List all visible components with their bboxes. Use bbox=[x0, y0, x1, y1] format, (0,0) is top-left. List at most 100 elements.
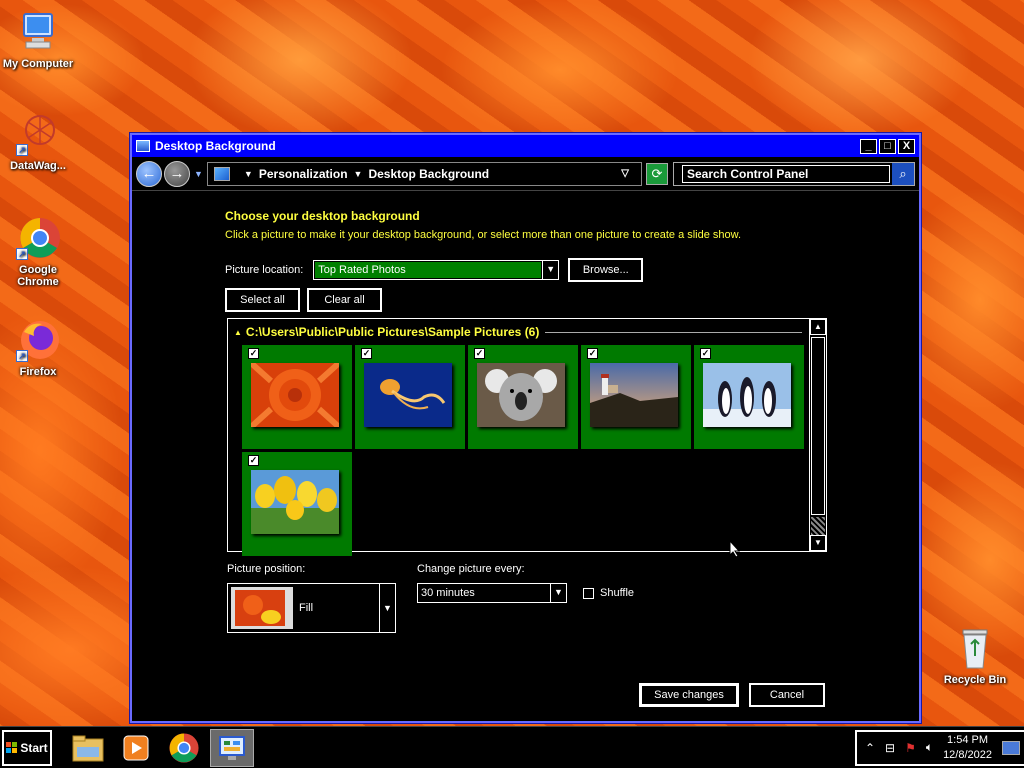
clock[interactable]: 1:54 PM 12/8/2022 bbox=[943, 733, 992, 763]
chrome-icon bbox=[169, 732, 199, 763]
chevron-down-icon[interactable]: ▼ bbox=[542, 261, 559, 279]
picture-position-value: Fill bbox=[299, 602, 314, 614]
action-center-flag-icon[interactable]: ⚑ bbox=[905, 741, 916, 755]
desktop-icon-firefox[interactable]: ↗ Firefox bbox=[0, 318, 76, 378]
tulips-thumbnail bbox=[251, 470, 339, 534]
breadcrumb-desktop-background[interactable]: Desktop Background bbox=[368, 167, 489, 181]
picture-position-label: Picture position: bbox=[227, 563, 306, 575]
address-bar[interactable]: ▼ Personalization ▼ Desktop Background ▽ bbox=[206, 161, 642, 186]
forward-button[interactable]: → bbox=[164, 160, 190, 187]
maximize-button[interactable]: □ bbox=[879, 138, 896, 154]
change-every-select[interactable]: 30 minutes ▼ bbox=[417, 583, 567, 603]
shuffle-option[interactable]: Shuffle bbox=[583, 587, 663, 599]
breadcrumb-chevron-icon[interactable]: ▼ bbox=[244, 169, 253, 179]
cancel-button[interactable]: Cancel bbox=[749, 683, 825, 707]
window-titlebar[interactable]: Desktop Background _ □ X bbox=[132, 135, 919, 157]
desktop-icon-label: Recycle Bin bbox=[943, 674, 1007, 686]
taskbar-control-panel[interactable] bbox=[210, 728, 254, 767]
picture-tile-chrysanthemum[interactable]: ✓ bbox=[242, 345, 352, 449]
mouse-cursor-icon bbox=[729, 540, 741, 558]
chevron-down-icon[interactable]: ▼ bbox=[379, 584, 395, 632]
close-button[interactable]: X bbox=[898, 138, 915, 154]
save-changes-button[interactable]: Save changes bbox=[640, 684, 738, 706]
scrollbar-track[interactable] bbox=[811, 517, 825, 535]
clock-date: 12/8/2022 bbox=[943, 748, 992, 761]
shuffle-label: Shuffle bbox=[600, 587, 635, 599]
search-icon[interactable]: ⌕ bbox=[892, 162, 914, 185]
shortcut-arrow-icon: ↗ bbox=[16, 350, 28, 362]
breadcrumb-chevron-icon[interactable]: ▼ bbox=[354, 169, 363, 179]
shortcut-arrow-icon: ↗ bbox=[16, 248, 28, 260]
desktop-icon-datawag[interactable]: ↗ DataWag... bbox=[0, 112, 76, 172]
gallery-scrollbar[interactable]: ▲ ▼ bbox=[809, 319, 826, 551]
picture-position-select[interactable]: Fill ▼ bbox=[227, 583, 396, 633]
picture-checkbox[interactable]: ✓ bbox=[587, 348, 598, 359]
desktop-icon-recycle-bin[interactable]: Recycle Bin bbox=[937, 626, 1013, 686]
taskbar: Start ⌃ ⊟ ⚑ 🔈︎ 1:54 PM 12/8/2022 bbox=[0, 726, 1024, 768]
taskbar-chrome[interactable] bbox=[162, 729, 206, 767]
clear-all-button[interactable]: Clear all bbox=[307, 288, 382, 312]
picture-tile-jellyfish[interactable]: ✓ bbox=[355, 345, 465, 449]
browse-button[interactable]: Browse... bbox=[568, 258, 644, 282]
window-title: Desktop Background bbox=[155, 139, 276, 153]
picture-location-label: Picture location: bbox=[225, 264, 304, 276]
recent-pages-dropdown-icon[interactable]: ▼ bbox=[194, 169, 203, 179]
media-player-icon bbox=[123, 735, 149, 760]
recycle-bin-icon bbox=[953, 626, 997, 670]
page-heading: Choose your desktop background bbox=[225, 209, 420, 223]
picture-tile-tulips[interactable]: ✓ bbox=[242, 452, 352, 556]
windows-logo-icon bbox=[6, 742, 18, 753]
taskbar-file-explorer[interactable] bbox=[66, 729, 110, 767]
collapse-chevron-icon[interactable]: ▲ bbox=[234, 328, 242, 337]
picture-tile-lighthouse[interactable]: ✓ bbox=[581, 345, 691, 449]
desktop-icon-google-chrome[interactable]: ↗ Google Chrome bbox=[0, 216, 76, 288]
picture-checkbox[interactable]: ✓ bbox=[248, 348, 259, 359]
show-hidden-icons-icon[interactable]: ⌃ bbox=[865, 741, 875, 755]
chrome-icon: ↗ bbox=[16, 216, 60, 260]
desktop-icon-label: Firefox bbox=[19, 366, 57, 378]
picture-checkbox[interactable]: ✓ bbox=[700, 348, 711, 359]
search-input[interactable]: Search Control Panel bbox=[674, 162, 892, 185]
system-tray: ⌃ ⊟ ⚑ 🔈︎ 1:54 PM 12/8/2022 bbox=[854, 729, 1024, 766]
picture-group-header[interactable]: ▲ C:\Users\Public\Public Pictures\Sample… bbox=[234, 325, 802, 339]
volume-icon[interactable]: 🔈︎ bbox=[926, 740, 933, 755]
chevron-down-icon[interactable]: ▼ bbox=[550, 584, 566, 602]
datawag-icon: ↗ bbox=[16, 112, 60, 156]
firefox-icon: ↗ bbox=[16, 318, 60, 362]
shuffle-checkbox[interactable] bbox=[583, 587, 594, 599]
start-button[interactable]: Start bbox=[2, 729, 52, 766]
computer-icon bbox=[16, 10, 60, 54]
desktop-icon-my-computer[interactable]: My Computer bbox=[0, 10, 76, 70]
back-button[interactable]: ← bbox=[136, 160, 162, 187]
minimize-button[interactable]: _ bbox=[860, 138, 877, 154]
picture-checkbox[interactable]: ✓ bbox=[474, 348, 485, 359]
desktop-icon-label: DataWag... bbox=[10, 160, 66, 172]
show-desktop-icon[interactable] bbox=[1002, 740, 1020, 755]
breadcrumb-personalization[interactable]: Personalization bbox=[259, 167, 348, 181]
search-box: Search Control Panel ⌕ bbox=[673, 161, 915, 186]
picture-checkbox[interactable]: ✓ bbox=[248, 455, 259, 466]
scroll-up-icon[interactable]: ▲ bbox=[810, 319, 826, 335]
picture-group-title: C:\Users\Public\Public Pictures\Sample P… bbox=[245, 325, 540, 339]
picture-tile-koala[interactable]: ✓ bbox=[468, 345, 578, 449]
refresh-icon[interactable]: ⟳ bbox=[646, 162, 668, 185]
scrollbar-thumb[interactable] bbox=[811, 337, 825, 515]
control-panel-icon bbox=[213, 166, 230, 181]
picture-gallery: ▲ C:\Users\Public\Public Pictures\Sample… bbox=[227, 318, 827, 556]
taskbar-media-player[interactable] bbox=[114, 729, 158, 767]
picture-checkbox[interactable]: ✓ bbox=[361, 348, 372, 359]
desktop-icon-label: Google Chrome bbox=[17, 264, 59, 288]
network-icon[interactable]: ⊟ bbox=[885, 741, 895, 755]
fill-preview-icon bbox=[231, 587, 293, 629]
picture-tile-penguins[interactable]: ✓ bbox=[694, 345, 804, 449]
scroll-down-icon[interactable]: ▼ bbox=[810, 535, 826, 551]
change-every-value: 30 minutes bbox=[421, 587, 475, 599]
lighthouse-thumbnail bbox=[590, 363, 678, 427]
picture-tiles: ✓ ✓ ✓ ✓ ✓ ✓ bbox=[242, 345, 807, 556]
clock-time: 1:54 PM bbox=[947, 733, 989, 746]
picture-location-select[interactable]: Top Rated Photos ▼ bbox=[313, 260, 560, 280]
koala-thumbnail bbox=[477, 363, 565, 427]
address-dropdown-icon[interactable]: ▽ bbox=[621, 168, 629, 179]
navigation-bar: ← → ▼ ▼ Personalization ▼ Desktop Backgr… bbox=[132, 157, 919, 191]
select-all-button[interactable]: Select all bbox=[225, 288, 300, 312]
